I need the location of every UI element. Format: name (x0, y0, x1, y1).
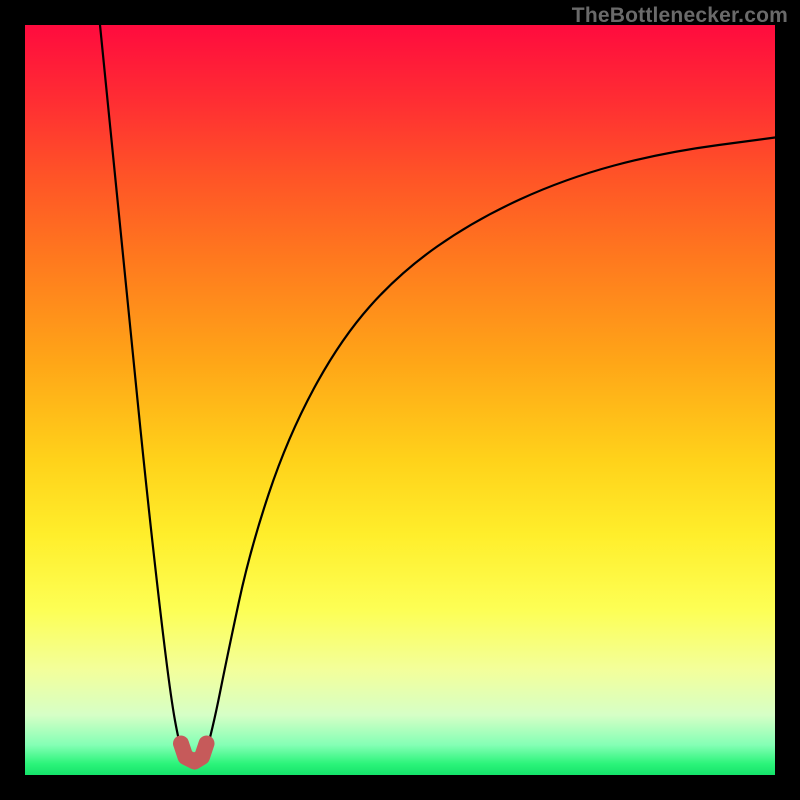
dip-highlight (181, 744, 207, 762)
curve-right-arm (205, 138, 775, 757)
plot-area (25, 25, 775, 775)
chart-svg (25, 25, 775, 775)
curve-left-arm (100, 25, 184, 756)
